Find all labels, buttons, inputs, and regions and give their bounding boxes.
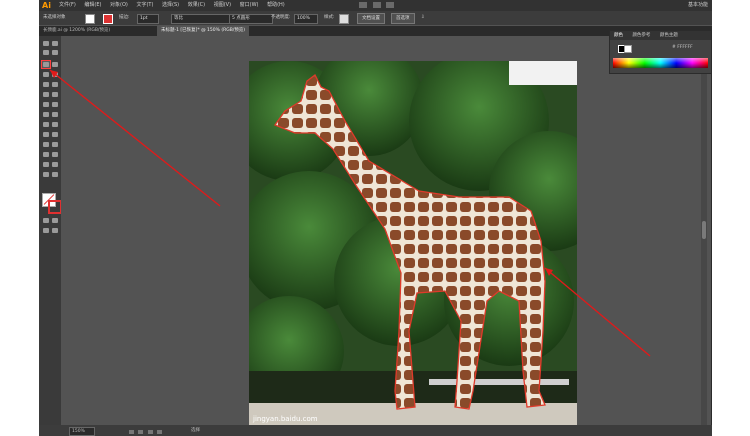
tools-panel — [39, 36, 62, 436]
symbol-sprayer-tool-icon[interactable] — [42, 151, 50, 158]
perspective-grid-tool-icon[interactable] — [51, 121, 59, 128]
arrange-icon[interactable]: ⇩ — [421, 11, 425, 25]
current-tool-label: 选择 — [191, 428, 200, 433]
menu-file[interactable]: 文件(F) — [59, 2, 76, 8]
preferences-button[interactable]: 首选项 — [391, 13, 415, 24]
stock-icon[interactable] — [372, 2, 381, 8]
rotate-tool-icon[interactable] — [42, 101, 50, 108]
curvature-tool-icon[interactable] — [51, 61, 59, 68]
fill-stroke-widget[interactable] — [42, 193, 62, 214]
color-spectrum[interactable] — [613, 58, 708, 68]
magic-wand-tool-icon[interactable] — [42, 49, 50, 56]
selection-tool-icon[interactable] — [42, 40, 50, 47]
menu-items: 文件(F) 编辑(E) 对象(O) 文字(T) 选择(S) 效果(C) 视图(V… — [59, 0, 292, 11]
opacity-field[interactable]: 100% — [294, 14, 318, 24]
fill-swatch[interactable] — [85, 14, 95, 24]
color-panel: 颜色 颜色参考 颜色主题 # FFFFFF — [609, 30, 712, 74]
scroll-thumb[interactable] — [702, 221, 706, 239]
vertical-scrollbar[interactable] — [701, 36, 707, 425]
scale-tool-icon[interactable] — [51, 101, 59, 108]
watermark: jingyan.baidu.com — [252, 415, 318, 423]
panel-dock-edge — [711, 26, 712, 426]
hand-tool-icon[interactable] — [42, 171, 50, 178]
menu-object[interactable]: 对象(O) — [110, 2, 128, 8]
status-bar: 150% 选择 — [39, 425, 712, 436]
free-transform-tool-icon[interactable] — [51, 111, 59, 118]
paintbrush-tool-icon[interactable] — [51, 81, 59, 88]
mesh-tool-icon[interactable] — [42, 131, 50, 138]
brush-definition-select[interactable]: 5 点圆形 — [229, 14, 273, 24]
screen-mode-icon[interactable] — [51, 227, 59, 234]
draw-mode-icon[interactable] — [42, 227, 50, 234]
menu-help[interactable]: 帮助(H) — [267, 2, 285, 8]
rectangle-tool-icon[interactable] — [42, 81, 50, 88]
canvas-area[interactable]: jingyan.baidu.com — [61, 36, 611, 427]
menu-view[interactable]: 视图(V) — [214, 2, 231, 8]
menu-window[interactable]: 窗口(W) — [240, 2, 259, 8]
eyedropper-tool-icon[interactable] — [42, 141, 50, 148]
blend-tool-icon[interactable] — [51, 141, 59, 148]
menu-type[interactable]: 文字(T) — [136, 2, 153, 8]
zoom-field[interactable]: 150% — [69, 427, 95, 436]
color-mode-icon[interactable] — [42, 217, 50, 224]
eraser-tool-icon[interactable] — [51, 91, 59, 98]
illustrator-window: Ai 文件(F) 编辑(E) 对象(O) 文字(T) 选择(S) 效果(C) 视… — [39, 0, 712, 436]
zoom-tool-icon[interactable] — [51, 171, 59, 178]
workspace-switcher[interactable]: 基本功能 — [688, 0, 708, 11]
type-tool-icon[interactable] — [42, 71, 50, 78]
stroke-color-icon[interactable] — [48, 200, 62, 214]
style-label: 样式: — [324, 15, 335, 20]
menu-select[interactable]: 选择(S) — [162, 2, 179, 8]
graphic-style-swatch[interactable] — [339, 14, 349, 24]
first-artboard-icon[interactable] — [129, 430, 134, 434]
menu-bar: Ai 文件(F) 编辑(E) 对象(O) 文字(T) 选择(S) 效果(C) 视… — [39, 0, 712, 11]
stroke-profile-select[interactable]: 等比 — [171, 14, 231, 24]
tab-giraffe-ai[interactable]: 长颈鹿.ai @ 1200% (RGB/预览) — [39, 26, 114, 36]
tab-color-guide[interactable]: 颜色参考 — [632, 33, 650, 38]
app-logo: Ai — [42, 1, 51, 10]
giraffe-photo: jingyan.baidu.com — [249, 61, 577, 427]
stroke-label: 描边: — [119, 15, 130, 20]
gradient-tool-icon[interactable] — [51, 131, 59, 138]
shape-builder-tool-icon[interactable] — [42, 121, 50, 128]
tab-untitled-1[interactable]: 未标题-1 [已恢复]* @ 150% (RGB/预览) — [157, 26, 250, 36]
shaper-tool-icon[interactable] — [42, 91, 50, 98]
stroke-swatch[interactable] — [103, 14, 113, 24]
panel-fill-swatch[interactable] — [624, 45, 632, 53]
menu-edit[interactable]: 编辑(E) — [84, 2, 101, 8]
direct-selection-tool-icon[interactable] — [51, 40, 59, 47]
bridge-icon[interactable] — [359, 2, 367, 8]
hex-value[interactable]: # FFFFFF — [672, 45, 693, 50]
document-setup-button[interactable]: 文档设置 — [357, 13, 385, 24]
next-artboard-icon[interactable] — [147, 430, 153, 434]
lasso-tool-icon[interactable] — [51, 49, 59, 56]
tab-color[interactable]: 颜色 — [614, 33, 623, 38]
width-tool-icon[interactable] — [42, 111, 50, 118]
arrange-documents-icon[interactable] — [386, 2, 395, 8]
opacity-label: 不透明度: — [271, 15, 291, 20]
tab-color-themes[interactable]: 颜色主题 — [660, 33, 678, 38]
column-graph-tool-icon[interactable] — [51, 151, 59, 158]
artboard[interactable]: jingyan.baidu.com — [249, 61, 577, 427]
color-panel-tabs: 颜色 颜色参考 颜色主题 — [610, 31, 712, 40]
menu-effect[interactable]: 效果(C) — [188, 2, 205, 8]
line-tool-icon[interactable] — [51, 71, 59, 78]
artboard-tool-icon[interactable] — [42, 161, 50, 168]
last-artboard-icon[interactable] — [157, 430, 163, 434]
prev-artboard-icon[interactable] — [138, 430, 144, 434]
artboard-navigation — [129, 428, 165, 436]
selection-status: 未选择对象 — [43, 15, 66, 20]
gradient-mode-icon[interactable] — [51, 217, 59, 224]
slice-tool-icon[interactable] — [51, 161, 59, 168]
stroke-weight-field[interactable]: 1pt — [137, 14, 159, 24]
control-bar: 未选择对象 描边: 1pt 等比 5 点圆形 不透明度: 100% 样式: 文档… — [39, 11, 712, 25]
pen-tool-icon[interactable] — [41, 60, 51, 69]
